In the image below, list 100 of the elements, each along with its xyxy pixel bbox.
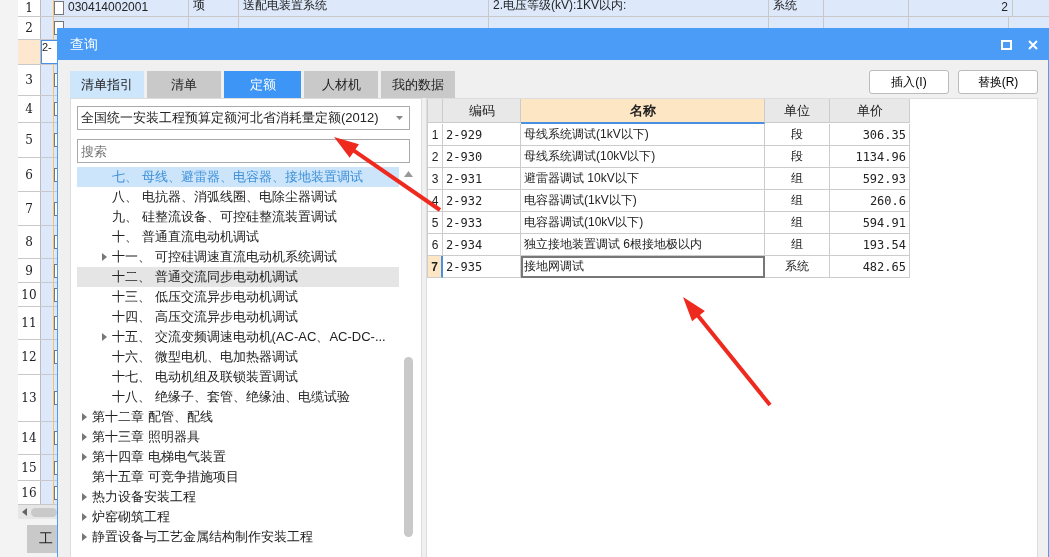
row-number: 14 <box>18 422 41 454</box>
tree-item-label: 炉窑砌筑工程 <box>92 508 170 526</box>
tree-item-label: 第十四章 电梯电气装置 <box>92 448 226 466</box>
tree-item-label: 七、 母线、避雷器、电容器、接地装置调试 <box>112 168 363 186</box>
action-button[interactable]: 插入(I) <box>869 70 949 94</box>
table-cell: 482.65 <box>830 256 910 278</box>
search-field[interactable]: 搜索 <box>77 139 410 163</box>
tree-item[interactable]: 第十五章 可竞争措施项目 <box>77 467 399 487</box>
table-cell: 母线系统调试(1kV以下) <box>521 124 765 146</box>
column-header[interactable]: 编码 <box>443 99 521 123</box>
tab[interactable]: 人材机 <box>304 71 378 98</box>
table-cell: 独立接地装置调试 6根接地极以内 <box>521 234 765 256</box>
table-cell: 2-934 <box>443 234 521 256</box>
tree-item-label: 十一、 可控硅调速直流电动机系统调试 <box>112 248 337 266</box>
tree-item-label: 十四、 高压交流异步电动机调试 <box>112 308 298 326</box>
tree-item[interactable]: 十、 普通直流电动机调试 <box>77 227 399 247</box>
tree-item[interactable]: 静置设备与工艺金属结构制作安装工程 <box>77 527 399 547</box>
column-header[interactable]: 单位 <box>765 99 830 123</box>
row-number: 9 <box>18 259 41 282</box>
tree-item-label: 十七、 电动机组及联锁装置调试 <box>112 368 298 386</box>
tree-item-label: 第十三章 照明器具 <box>92 428 200 446</box>
column-header[interactable]: 名称 <box>521 99 765 124</box>
expand-box-icon[interactable] <box>54 1 64 15</box>
tree-item-label: 热力设备安装工程 <box>92 488 196 506</box>
table-cell: 组 <box>765 168 830 190</box>
table-cell: 592.93 <box>830 168 910 190</box>
row-number: 6 <box>18 158 41 191</box>
table-cell: 组 <box>765 190 830 212</box>
expand-arrow-icon[interactable] <box>82 493 87 501</box>
tree-item-label: 第十二章 配管、配线 <box>92 408 213 426</box>
library-dropdown[interactable]: 全国统一安装工程预算定额河北省消耗量定额(2012) <box>77 106 410 130</box>
tree-item[interactable]: 十三、 低压交流异步电动机调试 <box>77 287 399 307</box>
table-cell: 1134.96 <box>830 146 910 168</box>
table-cell: 组 <box>765 234 830 256</box>
tree-item[interactable]: 十四、 高压交流异步电动机调试 <box>77 307 399 327</box>
table-cell: 母线系统调试(10kV以下) <box>521 146 765 168</box>
row-number: 16 <box>18 481 41 504</box>
tree-item-label: 第十五章 可竞争措施项目 <box>92 468 239 486</box>
row-number: 1 <box>18 0 41 16</box>
row-number: 11 <box>18 307 41 339</box>
tree-item-label: 十三、 低压交流异步电动机调试 <box>112 288 298 306</box>
scroll-up-icon[interactable] <box>403 171 413 177</box>
expand-arrow-icon[interactable] <box>82 513 87 521</box>
tree-item[interactable]: 炉窑砌筑工程 <box>77 507 399 527</box>
tree-item-label: 九、 硅整流设备、可控硅整流装置调试 <box>112 208 337 226</box>
table-cell: 段 <box>765 124 830 146</box>
tree-item-label: 十八、 绝缘子、套管、绝缘油、电缆试验 <box>112 388 350 406</box>
tree-item[interactable]: 热力设备安装工程 <box>77 487 399 507</box>
column-header[interactable]: 单价 <box>830 99 910 123</box>
row-number: 3 <box>428 168 443 190</box>
table-cell: 2-929 <box>443 124 521 146</box>
expand-arrow-icon[interactable] <box>102 253 107 261</box>
tree-item[interactable]: 九、 硅整流设备、可控硅整流装置调试 <box>77 207 399 227</box>
tree-item[interactable]: 十六、 微型电机、电加热器调试 <box>77 347 399 367</box>
table-cell: 2-935 <box>443 256 521 278</box>
row-number: 1 <box>428 124 443 146</box>
tab[interactable]: 清单指引 <box>70 71 144 98</box>
table-cell: 电容器调试(1kV以下) <box>521 190 765 212</box>
tree-item-label: 八、 电抗器、消弧线圈、电除尘器调试 <box>112 188 337 206</box>
row-number: 10 <box>18 283 41 306</box>
row-number: 12 <box>18 340 41 374</box>
table-cell: 260.6 <box>830 190 910 212</box>
tab[interactable]: 清单 <box>147 71 221 98</box>
tree-item[interactable]: 第十三章 照明器具 <box>77 427 399 447</box>
expand-arrow-icon[interactable] <box>102 333 107 341</box>
row-number: 3 <box>18 65 41 95</box>
table-cell: 2 <box>909 0 1013 16</box>
row-number: 15 <box>18 455 41 480</box>
action-button[interactable]: 替换(R) <box>958 70 1038 94</box>
tree-item[interactable]: 第十四章 电梯电气装置 <box>77 447 399 467</box>
expand-arrow-icon[interactable] <box>82 453 87 461</box>
expand-arrow-icon[interactable] <box>82 533 87 541</box>
row-number: 7 <box>18 192 41 225</box>
tree-item[interactable]: 十二、 普通交流同步电动机调试 <box>77 267 399 287</box>
table-cell: 项 <box>189 0 239 16</box>
expand-arrow-icon[interactable] <box>82 413 87 421</box>
tree-item[interactable]: 十一、 可控硅调速直流电动机系统调试 <box>77 247 399 267</box>
tree-item[interactable]: 十七、 电动机组及联锁装置调试 <box>77 367 399 387</box>
window-title: 查询 <box>70 35 99 54</box>
close-icon[interactable] <box>1028 39 1038 50</box>
table-cell: 193.54 <box>830 234 910 256</box>
table-cell: 电容器调试(10kV以下) <box>521 212 765 234</box>
table-cell: 系统 <box>765 256 830 278</box>
table-cell: 2-933 <box>443 212 521 234</box>
tree-item[interactable]: 十五、 交流变频调速电动机(AC-AC、AC-DC-... <box>77 327 399 347</box>
maximize-icon[interactable] <box>1001 39 1012 50</box>
row-number: 5 <box>428 212 443 234</box>
scroll-left-icon[interactable] <box>22 508 27 516</box>
tree-item[interactable]: 八、 电抗器、消弧线圈、电除尘器调试 <box>77 187 399 207</box>
tree-item-label: 十六、 微型电机、电加热器调试 <box>112 348 298 366</box>
row-number: 6 <box>428 234 443 256</box>
table-cell: 组 <box>765 212 830 234</box>
table-cell: 306.35 <box>830 124 910 146</box>
expand-arrow-icon[interactable] <box>82 433 87 441</box>
dropdown-caret-icon[interactable] <box>396 116 403 120</box>
tree-item[interactable]: 第十二章 配管、配线 <box>77 407 399 427</box>
tree-item[interactable]: 十八、 绝缘子、套管、绝缘油、电缆试验 <box>77 387 399 407</box>
table-cell: 2-930 <box>443 146 521 168</box>
tab[interactable]: 我的数据 <box>381 71 455 98</box>
tree-item-label: 十五、 交流变频调速电动机(AC-AC、AC-DC-... <box>112 328 386 346</box>
